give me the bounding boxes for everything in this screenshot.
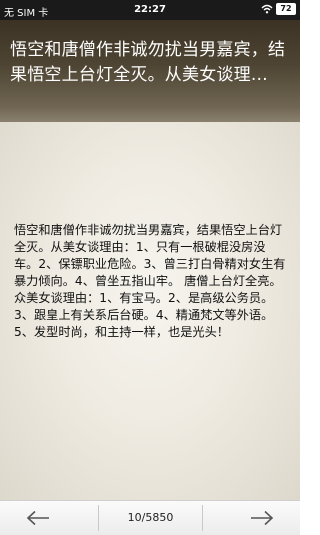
wifi-icon: [261, 4, 273, 14]
arrow-right-icon: [251, 510, 274, 526]
bottom-toolbar: 10/5850: [0, 500, 300, 535]
joke-body-text: 悟空和唐僧作非诚勿扰当男嘉宾，结果悟空上台灯全灭。从美女谈理由：1、只有一根破棍…: [14, 223, 286, 339]
battery-indicator: 72: [276, 3, 296, 15]
arrow-left-icon: [26, 510, 49, 526]
next-page-button[interactable]: [232, 501, 292, 535]
chapter-title: 悟空和唐僧作非诚勿扰当男嘉宾，结果悟空上台灯全灭。从美女谈理…: [10, 40, 286, 85]
page-indicator: 10/5850: [127, 511, 174, 524]
status-time: 22:27: [134, 4, 166, 15]
status-bar: 无 SIM 卡 22:27 72: [0, 0, 300, 20]
status-right-group: 72: [261, 3, 296, 15]
reading-area[interactable]: 悟空和唐僧作非诚勿扰当男嘉宾，结果悟空上台灯全灭。从美女谈理由：1、只有一根破棍…: [0, 122, 300, 500]
chapter-header: 悟空和唐僧作非诚勿扰当男嘉宾，结果悟空上台灯全灭。从美女谈理…: [0, 20, 300, 122]
previous-page-button[interactable]: [8, 501, 68, 535]
toolbar-divider: [202, 505, 203, 531]
